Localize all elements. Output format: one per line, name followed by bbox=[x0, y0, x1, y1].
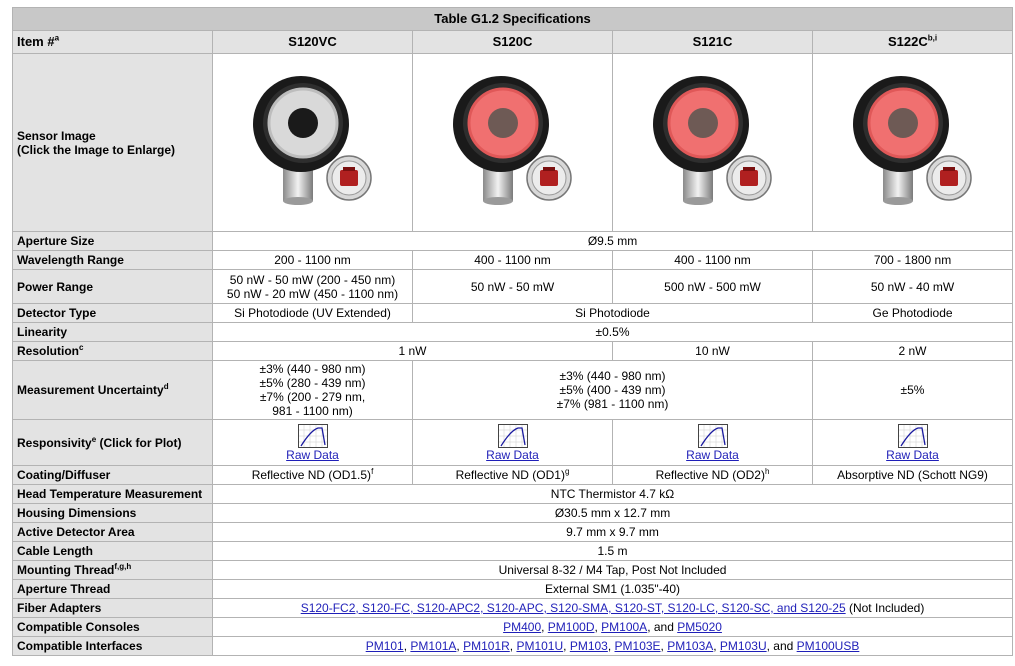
interface-link-pm101a[interactable]: PM101A bbox=[410, 639, 456, 653]
fiber-adapters-link[interactable]: S120-FC2, S120-FC, S120-APC2, S120-APC, … bbox=[301, 601, 846, 615]
row-label-interfaces: Compatible Interfaces bbox=[12, 636, 213, 656]
row-label-fiber-adapters: Fiber Adapters bbox=[12, 598, 213, 618]
aperture-size-value: Ø9.5 mm bbox=[211, 231, 1014, 251]
cable-length-value: 1.5 m bbox=[211, 541, 1014, 561]
consoles-value: PM400, PM100D, PM100A, and PM5020 bbox=[211, 617, 1014, 637]
active-area-value: 9.7 mm x 9.7 mm bbox=[211, 522, 1014, 542]
row-label-coating: Coating/Diffuser bbox=[12, 465, 213, 485]
aperture-thread-value: External SM1 (1.035"-40) bbox=[211, 579, 1014, 599]
power-range-s121c: 500 nW - 500 mW bbox=[612, 269, 813, 304]
row-label-mounting-thread: Mounting Threadf,g,h bbox=[12, 560, 213, 580]
coating-s120c: Reflective ND (OD1)g bbox=[412, 465, 613, 485]
interface-link-pm103u[interactable]: PM103U bbox=[720, 639, 767, 653]
sensor-image-s120c[interactable] bbox=[412, 53, 613, 232]
interface-link-pm101[interactable]: PM101 bbox=[366, 639, 404, 653]
row-label-linearity: Linearity bbox=[12, 322, 213, 342]
console-link-pm400[interactable]: PM400 bbox=[503, 620, 541, 634]
wavelength-s120vc: 200 - 1100 nm bbox=[212, 250, 413, 270]
row-label-consoles: Compatible Consoles bbox=[12, 617, 213, 637]
console-link-pm100a[interactable]: PM100A bbox=[601, 620, 647, 634]
responsivity-s120c: Raw Data bbox=[412, 419, 613, 466]
interfaces-value: PM101, PM101A, PM101R, PM101U, PM103, PM… bbox=[211, 636, 1014, 656]
coating-s122c: Absorptive ND (Schott NG9) bbox=[811, 465, 1014, 485]
resolution-c: 2 nW bbox=[811, 341, 1014, 361]
raw-data-link[interactable]: Raw Data bbox=[286, 448, 339, 462]
power-range-s120vc: 50 nW - 50 mW (200 - 450 nm) 50 nW - 20 m… bbox=[212, 269, 413, 304]
head-temp-value: NTC Thermistor 4.7 kΩ bbox=[211, 484, 1014, 504]
row-label-power-range: Power Range bbox=[12, 269, 213, 304]
power-range-s122c: 50 nW - 40 mW bbox=[811, 269, 1014, 304]
wavelength-s122c: 700 - 1800 nm bbox=[811, 250, 1014, 270]
row-label-uncertainty: Measurement Uncertaintyd bbox=[12, 360, 213, 420]
c-series-connector-icon bbox=[325, 155, 372, 201]
uncertainty-s120vc: ±3% (440 - 980 nm) ±5% (280 - 439 nm) ±7% … bbox=[212, 360, 413, 420]
responsivity-plot-icon[interactable] bbox=[497, 424, 528, 448]
row-label-resolution: Resolutionc bbox=[12, 341, 213, 361]
sensor-image-s121c[interactable] bbox=[612, 53, 813, 232]
responsivity-s121c: Raw Data bbox=[612, 419, 813, 466]
raw-data-link[interactable]: Raw Data bbox=[486, 448, 539, 462]
raw-data-link[interactable]: Raw Data bbox=[886, 448, 939, 462]
model-header-s121c: S121C bbox=[612, 30, 813, 54]
specifications-table: Table G1.2 Specifications Item #a S120VC… bbox=[11, 7, 1014, 656]
interface-link-pm101r[interactable]: PM101R bbox=[463, 639, 510, 653]
interface-link-pm103e[interactable]: PM103E bbox=[615, 639, 661, 653]
interface-link-pm100usb[interactable]: PM100USB bbox=[797, 639, 860, 653]
interface-link-pm103a[interactable]: PM103A bbox=[667, 639, 713, 653]
housing-value: Ø30.5 mm x 12.7 mm bbox=[211, 503, 1014, 523]
fiber-adapters-value: S120-FC2, S120-FC, S120-APC2, S120-APC, … bbox=[211, 598, 1014, 618]
power-range-s120c: 50 nW - 50 mW bbox=[412, 269, 613, 304]
row-label-active-area: Active Detector Area bbox=[12, 522, 213, 542]
detector-s120vc: Si Photodiode (UV Extended) bbox=[212, 303, 413, 323]
sensor-image-s122c[interactable] bbox=[811, 53, 1014, 232]
responsivity-s120vc: Raw Data bbox=[212, 419, 413, 466]
row-label-housing: Housing Dimensions bbox=[12, 503, 213, 523]
coating-s121c: Reflective ND (OD2)h bbox=[612, 465, 813, 485]
raw-data-link[interactable]: Raw Data bbox=[686, 448, 739, 462]
interface-link-pm103[interactable]: PM103 bbox=[570, 639, 608, 653]
console-link-pm100d[interactable]: PM100D bbox=[548, 620, 595, 634]
coating-s120vc: Reflective ND (OD1.5)f bbox=[212, 465, 413, 485]
detector-si: Si Photodiode bbox=[412, 303, 813, 323]
responsivity-plot-icon[interactable] bbox=[297, 424, 328, 448]
row-label-head-temp: Head Temperature Measurement bbox=[12, 484, 213, 504]
model-header-s120vc: S120VC bbox=[212, 30, 413, 54]
row-label-cable-length: Cable Length bbox=[12, 541, 213, 561]
c-series-connector-icon bbox=[525, 155, 572, 201]
row-label-wavelength: Wavelength Range bbox=[12, 250, 213, 270]
table-title: Table G1.2 Specifications bbox=[11, 7, 1014, 31]
detector-ge: Ge Photodiode bbox=[811, 303, 1014, 323]
c-series-connector-icon bbox=[725, 155, 772, 201]
sensor-image-label: Sensor Image (Click the Image to Enlarge) bbox=[12, 53, 213, 232]
responsivity-plot-icon[interactable] bbox=[697, 424, 728, 448]
resolution-a: 1 nW bbox=[212, 341, 613, 361]
wavelength-s120c: 400 - 1100 nm bbox=[412, 250, 613, 270]
row-label-aperture-size: Aperture Size bbox=[12, 231, 213, 251]
model-header-s120c: S120C bbox=[412, 30, 613, 54]
responsivity-s122c: Raw Data bbox=[811, 419, 1014, 466]
wavelength-s121c: 400 - 1100 nm bbox=[612, 250, 813, 270]
row-label-detector-type: Detector Type bbox=[12, 303, 213, 323]
responsivity-plot-icon[interactable] bbox=[897, 424, 928, 448]
console-link-pm5020[interactable]: PM5020 bbox=[677, 620, 722, 634]
resolution-b: 10 nW bbox=[612, 341, 813, 361]
uncertainty-s122c: ±5% bbox=[811, 360, 1014, 420]
c-series-connector-icon bbox=[925, 155, 972, 201]
uncertainty-mid: ±3% (440 - 980 nm) ±5% (400 - 439 nm) ±7% … bbox=[412, 360, 813, 420]
linearity-value: ±0.5% bbox=[211, 322, 1014, 342]
sensor-image-s120vc[interactable] bbox=[212, 53, 413, 232]
interface-link-pm101u[interactable]: PM101U bbox=[516, 639, 563, 653]
row-label-responsivity: Responsivitye (Click for Plot) bbox=[12, 419, 213, 466]
item-header: Item #a bbox=[12, 30, 213, 54]
mounting-thread-value: Universal 8-32 / M4 Tap, Post Not Includ… bbox=[211, 560, 1014, 580]
model-header-s122c: S122Cb,i bbox=[811, 30, 1014, 54]
row-label-aperture-thread: Aperture Thread bbox=[12, 579, 213, 599]
